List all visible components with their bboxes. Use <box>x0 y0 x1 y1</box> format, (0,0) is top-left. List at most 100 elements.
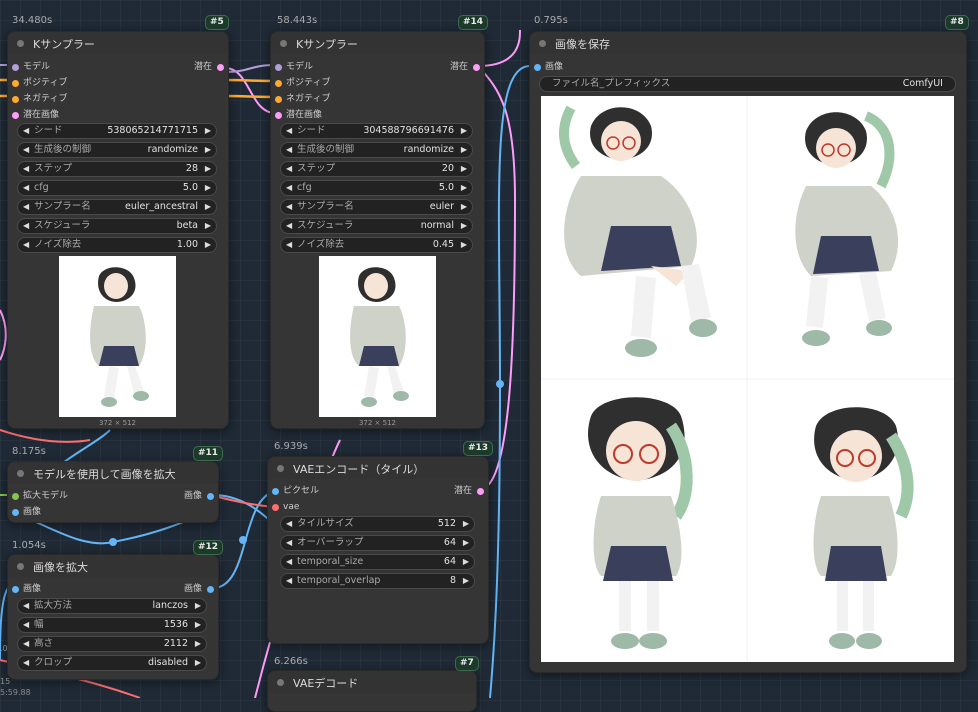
node-time: 6.939s <box>274 441 308 452</box>
image-scale-node-12[interactable]: 画像を拡大 画像 画像 ◀ 拡大方法 lanczos ▶ ◀ 幅 1536 ▶ ◀ 高さ 211… <box>7 554 219 680</box>
node-header[interactable]: Kサンプラー <box>8 32 228 54</box>
node-header[interactable]: 画像を拡大 <box>8 555 218 577</box>
node-time: 0.795s <box>534 15 568 26</box>
positive-input-socket[interactable] <box>275 80 282 87</box>
latent-output-socket[interactable] <box>477 488 484 495</box>
height-widget[interactable]: ◀ 高さ 2112 ▶ <box>17 636 207 652</box>
width-widget[interactable]: ◀ 幅 1536 ▶ <box>17 617 207 633</box>
node-title: Kサンプラー <box>296 38 358 51</box>
crop-widget[interactable]: ◀ クロップ disabled ▶ <box>17 655 207 671</box>
seed-widget[interactable]: ◀ シード 538065214771715 ▶ <box>17 123 217 139</box>
image-wire <box>212 490 276 589</box>
negative-input-socket[interactable] <box>12 96 19 103</box>
vae-encode-tiled-node-13[interactable]: VAEエンコード（タイル） ピクセル vae 潜在 ◀ タイルサイズ 512 ▶ ◀ オ… <box>267 456 489 644</box>
input-label: 拡大モデル <box>23 491 69 501</box>
cfg-widget[interactable]: ◀ cfg 5.0 ▶ <box>17 180 217 196</box>
input-label: ネガティブ <box>23 94 68 104</box>
input-label: ポジティブ <box>23 78 68 88</box>
input-label: モデル <box>23 62 51 72</box>
image-input-socket[interactable] <box>12 586 19 593</box>
cfg-widget[interactable]: ◀ cfg 5.0 ▶ <box>280 180 473 196</box>
collapse-dot-icon[interactable] <box>277 465 284 472</box>
sampler-name-widget[interactable]: ◀ サンプラー名 euler_ancestral ▶ <box>17 199 217 215</box>
ksampler-node-5[interactable]: Kサンプラー モデル ポジティブ ネガティブ 潜在画像 潜在 ◀ シード 53806… <box>7 31 229 429</box>
filename-prefix-field[interactable]: ファイル名_プレフィックス ComfyUI <box>539 76 956 92</box>
negative-input-socket[interactable] <box>275 96 282 103</box>
latent-input-socket[interactable] <box>275 112 282 119</box>
collapse-dot-icon[interactable] <box>280 40 287 47</box>
seed-widget[interactable]: ◀ シード 304588796691476 ▶ <box>280 123 473 139</box>
input-label: ポジティブ <box>286 78 331 88</box>
output-label: 画像 <box>183 491 202 501</box>
sampler-name-widget[interactable]: ◀ サンプラー名 euler ▶ <box>280 199 473 215</box>
model-input-socket[interactable] <box>275 64 282 71</box>
character-sheet-illustration <box>541 96 954 662</box>
collapse-dot-icon[interactable] <box>277 679 284 686</box>
positive-input-socket[interactable] <box>12 80 19 87</box>
image-output-socket[interactable] <box>207 493 214 500</box>
latent-wire <box>224 67 276 114</box>
overlap-widget[interactable]: ◀ オーバーラップ 64 ▶ <box>280 535 475 551</box>
steps-widget[interactable]: ◀ ステップ 28 ▶ <box>17 161 217 177</box>
denoise-widget[interactable]: ◀ ノイズ除去 0.45 ▶ <box>280 237 473 253</box>
input-label: 潜在画像 <box>23 110 60 120</box>
temporal-size-widget[interactable]: ◀ temporal_size 64 ▶ <box>280 554 475 570</box>
pixels-input-socket[interactable] <box>272 488 279 495</box>
output-label: 画像 <box>183 584 202 594</box>
upscale-method-widget[interactable]: ◀ 拡大方法 lanczos ▶ <box>17 598 207 614</box>
upscale-with-model-node-11[interactable]: モデルを使用して画像を拡大 拡大モデル 画像 画像 <box>7 461 219 523</box>
output-label: 潜在 <box>449 62 468 72</box>
node-id-badge: #14 <box>458 15 489 30</box>
wire-midpoint-dot <box>109 538 117 546</box>
input-label: 画像 <box>545 62 564 72</box>
save-image-node-8[interactable]: 画像を保存 画像 ファイル名_プレフィックス ComfyUI <box>529 31 967 673</box>
preview-size-caption: 372 × 512 <box>358 419 397 427</box>
collapse-dot-icon[interactable] <box>17 40 24 47</box>
node-header[interactable]: 画像を保存 <box>530 32 966 54</box>
conditioning-wire <box>224 94 276 99</box>
preview-size-caption: 372 × 512 <box>98 419 137 427</box>
image-output-socket[interactable] <box>207 586 214 593</box>
node-title: VAEデコード <box>293 677 359 690</box>
upscale-model-input-socket[interactable] <box>12 493 19 500</box>
node-title: Kサンプラー <box>33 38 95 51</box>
node-header[interactable]: Kサンプラー <box>271 32 484 54</box>
node-header[interactable]: VAEエンコード（タイル） <box>268 457 488 479</box>
image-input-socket[interactable] <box>12 509 19 516</box>
scheduler-widget[interactable]: ◀ スケジューラ beta ▶ <box>17 218 217 234</box>
input-label: 画像 <box>23 507 42 517</box>
vae-decode-node-7[interactable]: VAEデコード <box>267 670 477 712</box>
ksampler-node-14[interactable]: Kサンプラー モデル ポジティブ ネガティブ 潜在画像 潜在 ◀ シード 30458… <box>270 31 485 429</box>
temporal-overlap-widget[interactable]: ◀ temporal_overlap 8 ▶ <box>280 573 475 589</box>
input-label: vae <box>283 502 300 512</box>
tile-size-widget[interactable]: ◀ タイルサイズ 512 ▶ <box>280 516 475 532</box>
latent-output-socket[interactable] <box>473 64 480 71</box>
node-id-badge: #8 <box>945 15 969 30</box>
image-wire <box>59 429 111 466</box>
steps-widget[interactable]: ◀ ステップ 20 ▶ <box>280 161 473 177</box>
vae-input-socket[interactable] <box>272 504 279 511</box>
collapse-dot-icon[interactable] <box>17 563 24 570</box>
input-label: 画像 <box>23 584 42 594</box>
vae-wire <box>0 429 91 443</box>
node-id-badge: #11 <box>193 446 224 461</box>
image-input-socket[interactable] <box>534 64 541 71</box>
node-title: 画像を保存 <box>555 38 610 51</box>
collapse-dot-icon[interactable] <box>539 40 546 47</box>
control-after-generate-widget[interactable]: ◀ 生成後の制御 randomize ▶ <box>280 142 473 158</box>
collapse-dot-icon[interactable] <box>17 470 24 477</box>
latent-output-socket[interactable] <box>217 64 224 71</box>
denoise-widget[interactable]: ◀ ノイズ除去 1.00 ▶ <box>17 237 217 253</box>
wire-midpoint-dot <box>239 536 247 544</box>
node-header[interactable]: VAEデコード <box>268 671 476 693</box>
node-id-badge: #5 <box>205 15 229 30</box>
filename-prefix-label: ファイル名_プレフィックス <box>552 78 671 89</box>
model-input-socket[interactable] <box>12 64 19 71</box>
control-after-generate-widget[interactable]: ◀ 生成後の制御 randomize ▶ <box>17 142 217 158</box>
output-label: 潜在 <box>453 486 472 496</box>
latent-wire <box>0 309 7 361</box>
scheduler-widget[interactable]: ◀ スケジューラ normal ▶ <box>280 218 473 234</box>
node-header[interactable]: モデルを使用して画像を拡大 <box>8 462 218 484</box>
latent-input-socket[interactable] <box>12 112 19 119</box>
input-label: 潜在画像 <box>286 110 323 120</box>
